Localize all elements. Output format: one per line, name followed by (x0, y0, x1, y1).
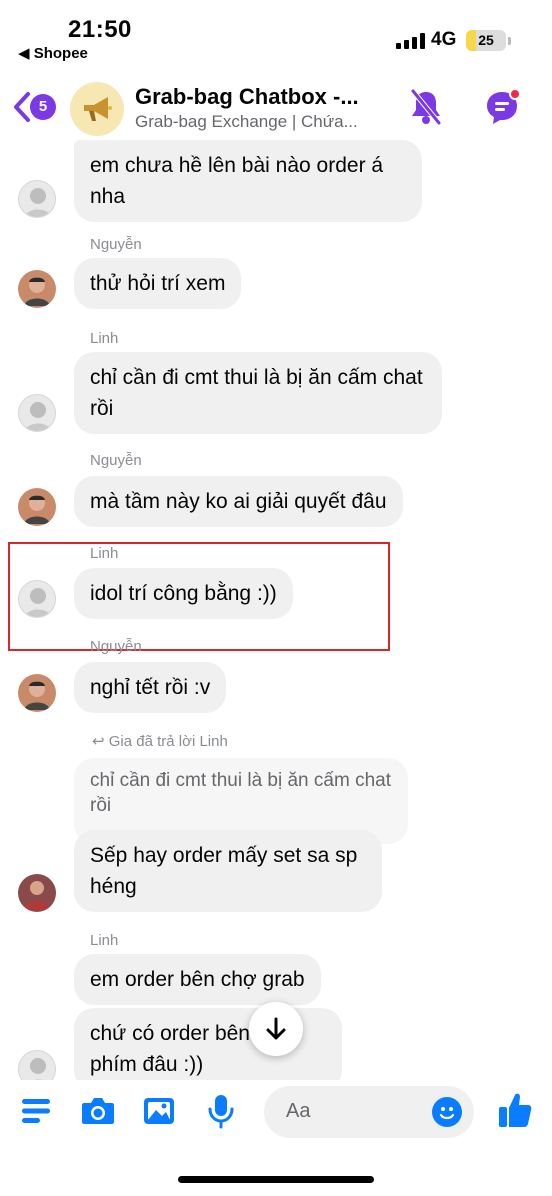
message-list[interactable]: em chưa hề lên bài nào order á nha Nguyễ… (0, 140, 552, 1080)
message-bubble[interactable]: em order bên chợ grab (74, 954, 321, 1005)
avatar-linh[interactable] (18, 394, 56, 432)
sender-name: Nguyễn (90, 452, 142, 469)
scroll-to-bottom-button[interactable] (249, 1002, 303, 1056)
avatar-nguyen[interactable] (18, 674, 56, 712)
avatar-linh[interactable] (18, 180, 56, 218)
home-indicator (178, 1176, 374, 1183)
conversation-subtitle[interactable]: Grab-bag Exchange | Chứa... (135, 112, 385, 132)
message-input[interactable]: Aa (264, 1086, 474, 1138)
bell-muted-icon (411, 89, 441, 125)
message-bubble[interactable]: nghỉ tết rồi :v (74, 662, 227, 713)
composer-bar: Aa (0, 1082, 552, 1142)
message-bubble[interactable]: idol trí công bằng :)) (74, 568, 293, 619)
sender-name: Nguyễn (90, 236, 142, 253)
avatar-nguyen[interactable] (18, 488, 56, 526)
avatar-image (24, 681, 50, 710)
menu-icon (22, 1099, 50, 1123)
network-type: 4G (431, 29, 457, 50)
clock: 21:50 (68, 16, 132, 43)
avatar-image (24, 881, 50, 910)
camera-button[interactable] (80, 1095, 116, 1132)
sender-name: Linh (90, 932, 119, 949)
avatar-image (24, 277, 50, 306)
image-icon (144, 1098, 174, 1124)
avatar-linh[interactable] (18, 1050, 56, 1080)
messenger-chat-icon (487, 88, 521, 124)
message-input-placeholder: Aa (286, 1100, 311, 1122)
signal-icon (396, 33, 425, 49)
battery-level: 25 (478, 32, 494, 48)
status-bar: 21:50 ◀ Shopee 4G 25 (0, 0, 552, 70)
battery-tip (508, 37, 511, 45)
reply-arrow-icon: ↩ (92, 733, 109, 750)
back-to-app-link[interactable]: ◀ Shopee (18, 44, 88, 62)
unread-count-badge: 5 (30, 94, 56, 120)
avatar-gia[interactable] (18, 874, 56, 912)
menu-button[interactable] (20, 1096, 52, 1131)
avatar-image (25, 188, 51, 217)
voice-button[interactable] (206, 1093, 236, 1134)
reply-note-text: Gia đã trả lời Linh (108, 733, 228, 750)
avatar-image (24, 495, 50, 524)
arrow-down-icon (266, 1017, 286, 1040)
message-bubble[interactable]: chỉ cần đi cmt thui là bị ăn cấm chat rồ… (74, 352, 442, 434)
message-bubble[interactable]: chứ có order bên chợ phím đâu :)) (74, 1008, 342, 1080)
message-bubble[interactable]: mà tầm này ko ai giải quyết đâu (74, 476, 403, 527)
sender-name: Nguyễn (90, 638, 142, 655)
group-avatar[interactable] (70, 82, 124, 136)
avatar-image (30, 1058, 46, 1080)
avatar-linh[interactable] (18, 580, 56, 618)
battery-icon: 25 (466, 30, 506, 51)
emoji-button[interactable] (432, 1097, 462, 1127)
emoji-icon (439, 1107, 455, 1120)
avatar-image (25, 402, 51, 431)
mute-button[interactable] (408, 88, 444, 131)
like-button[interactable] (496, 1090, 534, 1135)
sender-name: Linh (90, 330, 119, 347)
message-bubble[interactable]: em chưa hề lên bài nào order á nha (74, 140, 422, 222)
avatar-nguyen[interactable] (18, 270, 56, 308)
gallery-button[interactable] (142, 1095, 176, 1132)
message-bubble[interactable]: thử hỏi trí xem (74, 258, 242, 309)
megaphone-icon (84, 97, 112, 121)
chat-threads-button[interactable] (484, 88, 524, 133)
camera-icon (82, 1098, 114, 1124)
microphone-icon (208, 1095, 234, 1129)
thumbs-up-icon (499, 1093, 532, 1127)
conversation-title[interactable]: Grab-bag Chatbox -... (135, 84, 395, 110)
reply-note: ↩ Gia đã trả lời Linh (92, 732, 228, 750)
message-bubble[interactable]: Sếp hay order mấy set sa sp héng (74, 830, 382, 912)
sender-name: Linh (90, 545, 119, 562)
conversation-header: 5 Grab-bag Chatbox -... Grab-bag Exchang… (0, 74, 552, 140)
